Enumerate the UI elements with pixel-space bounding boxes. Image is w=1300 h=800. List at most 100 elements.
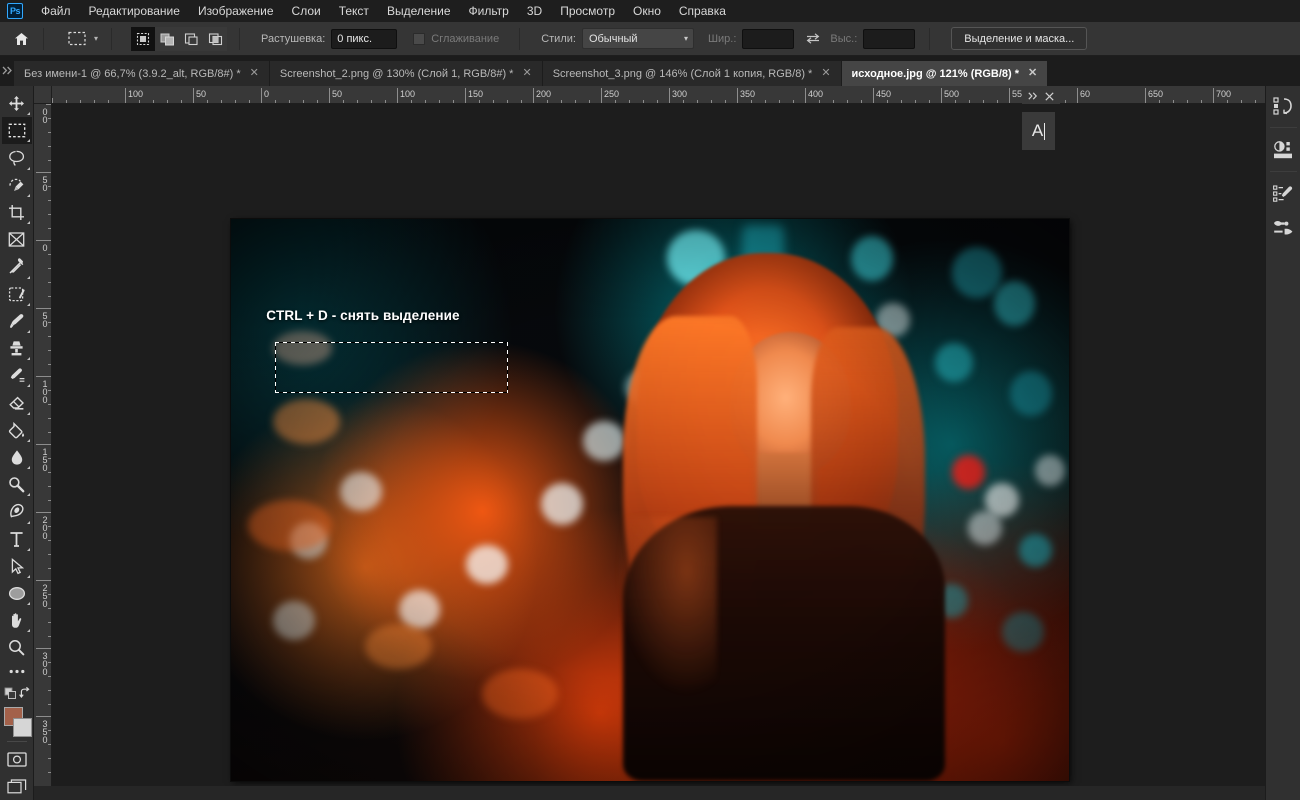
blur-tool[interactable]	[2, 444, 32, 471]
menu-item-type[interactable]: Текст	[330, 0, 378, 22]
spot-healing-brush-tool[interactable]	[2, 281, 32, 308]
select-and-mask-button[interactable]: Выделение и маска...	[951, 27, 1087, 50]
swap-colors-icon	[19, 688, 28, 698]
options-divider-5	[929, 28, 930, 50]
gradient-tool[interactable]	[2, 417, 32, 444]
close-icon[interactable]: ✕	[1028, 68, 1037, 79]
width-input[interactable]	[742, 29, 794, 49]
document-tab-2-label: Screenshot_2.png @ 130% (Слой 1, RGB/8#)…	[280, 68, 514, 80]
document-artboard[interactable]: CTRL + D - снять выделение	[231, 219, 1069, 781]
intersect-selection-button[interactable]	[203, 27, 227, 51]
document-tab-3[interactable]: Screenshot_3.png @ 146% (Слой 1 копия, R…	[543, 61, 842, 86]
type-tool[interactable]	[2, 526, 32, 553]
menu-item-help[interactable]: Справка	[670, 0, 735, 22]
brush-icon	[8, 313, 25, 330]
quick-mask-button[interactable]	[2, 746, 32, 773]
background-color-swatch[interactable]	[13, 718, 32, 737]
menu-item-select[interactable]: Выделение	[378, 0, 460, 22]
document-tab-2[interactable]: Screenshot_2.png @ 130% (Слой 1, RGB/8#)…	[270, 61, 543, 86]
frame-tool[interactable]	[2, 226, 32, 253]
quick-mask-icon	[7, 752, 27, 767]
ruler-label-h-10: 400	[808, 89, 823, 99]
tool-preset-picker[interactable]: ▾	[63, 27, 104, 51]
more-tools-button[interactable]	[2, 662, 32, 683]
selection-marquee[interactable]	[275, 342, 508, 394]
menu-item-layers[interactable]: Слои	[283, 0, 330, 22]
screen-mode-button[interactable]	[2, 773, 32, 800]
ruler-label-v-9: 350	[41, 719, 49, 743]
canvas-area[interactable]: CTRL + D - снять выделение	[52, 104, 1265, 800]
ruler-label-v-4: 100	[41, 379, 49, 403]
color-swatches[interactable]	[2, 707, 32, 737]
feather-input[interactable]	[331, 29, 397, 49]
ruler-label-h-5: 150	[468, 89, 483, 99]
default-colors-icon	[4, 685, 30, 701]
text-entry-popup[interactable]: A	[1022, 112, 1055, 150]
double-chevron-right-icon[interactable]	[1028, 92, 1038, 100]
menu-item-file[interactable]: Файл	[32, 0, 80, 22]
style-select[interactable]: Обычный ▾	[582, 28, 694, 49]
pen-tool[interactable]	[2, 498, 32, 525]
move-tool[interactable]	[2, 90, 32, 117]
menu-item-image[interactable]: Изображение	[189, 0, 283, 22]
options-bar: ▾	[0, 22, 1300, 56]
eraser-tool[interactable]	[2, 389, 32, 416]
subtract-from-selection-button[interactable]	[179, 27, 203, 51]
add-to-selection-button[interactable]	[155, 27, 179, 51]
clone-stamp-tool[interactable]	[2, 335, 32, 362]
rectangular-marquee-icon	[66, 29, 88, 49]
tool-flyout-indicator	[27, 330, 30, 333]
vertical-ruler[interactable]: 00 50 0 50 100 150 200	[34, 104, 52, 800]
double-chevron-right-icon[interactable]	[0, 56, 14, 86]
height-input[interactable]	[863, 29, 915, 49]
swap-width-height-icon[interactable]	[802, 32, 824, 45]
menu-item-3d[interactable]: 3D	[518, 0, 551, 22]
home-button[interactable]	[6, 24, 36, 54]
brush-presets-panel-button[interactable]	[1268, 211, 1299, 242]
document-tab-bar: Без имени-1 @ 66,7% (3.9.2_alt, RGB/8#) …	[0, 56, 1300, 86]
menu-item-filter[interactable]: Фильтр	[460, 0, 518, 22]
document-tab-1[interactable]: Без имени-1 @ 66,7% (3.9.2_alt, RGB/8#) …	[14, 61, 270, 86]
zoom-tool[interactable]	[2, 634, 32, 661]
quick-selection-tool[interactable]	[2, 172, 32, 199]
history-brush-tool[interactable]	[2, 362, 32, 389]
close-icon[interactable]: ✕	[522, 68, 531, 79]
lasso-tool[interactable]	[2, 144, 32, 171]
close-icon[interactable]: ✕	[821, 68, 830, 79]
dodge-tool[interactable]	[2, 471, 32, 498]
menu-item-window[interactable]: Окно	[624, 0, 670, 22]
ellipse-shape-tool[interactable]	[2, 580, 32, 607]
ruler-label-h-14: 60	[1080, 89, 1090, 99]
brush-tool[interactable]	[2, 308, 32, 335]
close-icon[interactable]: ✕	[250, 68, 259, 79]
tool-flyout-indicator	[27, 412, 30, 415]
document-tab-4[interactable]: исходное.jpg @ 121% (RGB/8) * ✕	[842, 61, 1049, 86]
horizontal-ruler[interactable]: 100 50 0 50 100 150 200	[52, 86, 1265, 104]
ruler-label-h-6: 200	[536, 89, 551, 99]
rectangular-marquee-tool[interactable]	[2, 117, 32, 144]
eyedropper-tool[interactable]	[2, 253, 32, 280]
path-selection-tool[interactable]	[2, 553, 32, 580]
antialias-checkbox[interactable]	[413, 33, 425, 45]
panel-overlay-controls	[1022, 88, 1060, 104]
close-icon[interactable]	[1045, 92, 1054, 101]
menu-item-edit[interactable]: Редактирование	[80, 0, 189, 22]
hand-tool[interactable]	[2, 607, 32, 634]
eyedropper-icon	[8, 258, 25, 275]
default-and-swap-colors[interactable]	[2, 682, 32, 705]
photoshop-window: Ps Файл Редактирование Изображение Слои …	[0, 0, 1300, 800]
ruler-label-h-16: 700	[1216, 89, 1231, 99]
ruler-label-h-1: 50	[196, 89, 206, 99]
new-selection-button[interactable]	[131, 27, 155, 51]
history-panel-button[interactable]	[1268, 90, 1299, 121]
width-label: Шир.:	[708, 33, 736, 45]
ruler-label-h-11: 450	[876, 89, 891, 99]
tools-panel	[0, 86, 34, 800]
menu-item-view[interactable]: Просмотр	[551, 0, 624, 22]
crop-tool[interactable]	[2, 199, 32, 226]
ruler-corner[interactable]	[34, 86, 52, 104]
adjustments-panel-button[interactable]	[1268, 134, 1299, 165]
antialias-label: Сглаживание	[431, 33, 499, 45]
brush-settings-panel-button[interactable]	[1268, 178, 1299, 209]
move-icon	[8, 95, 25, 112]
